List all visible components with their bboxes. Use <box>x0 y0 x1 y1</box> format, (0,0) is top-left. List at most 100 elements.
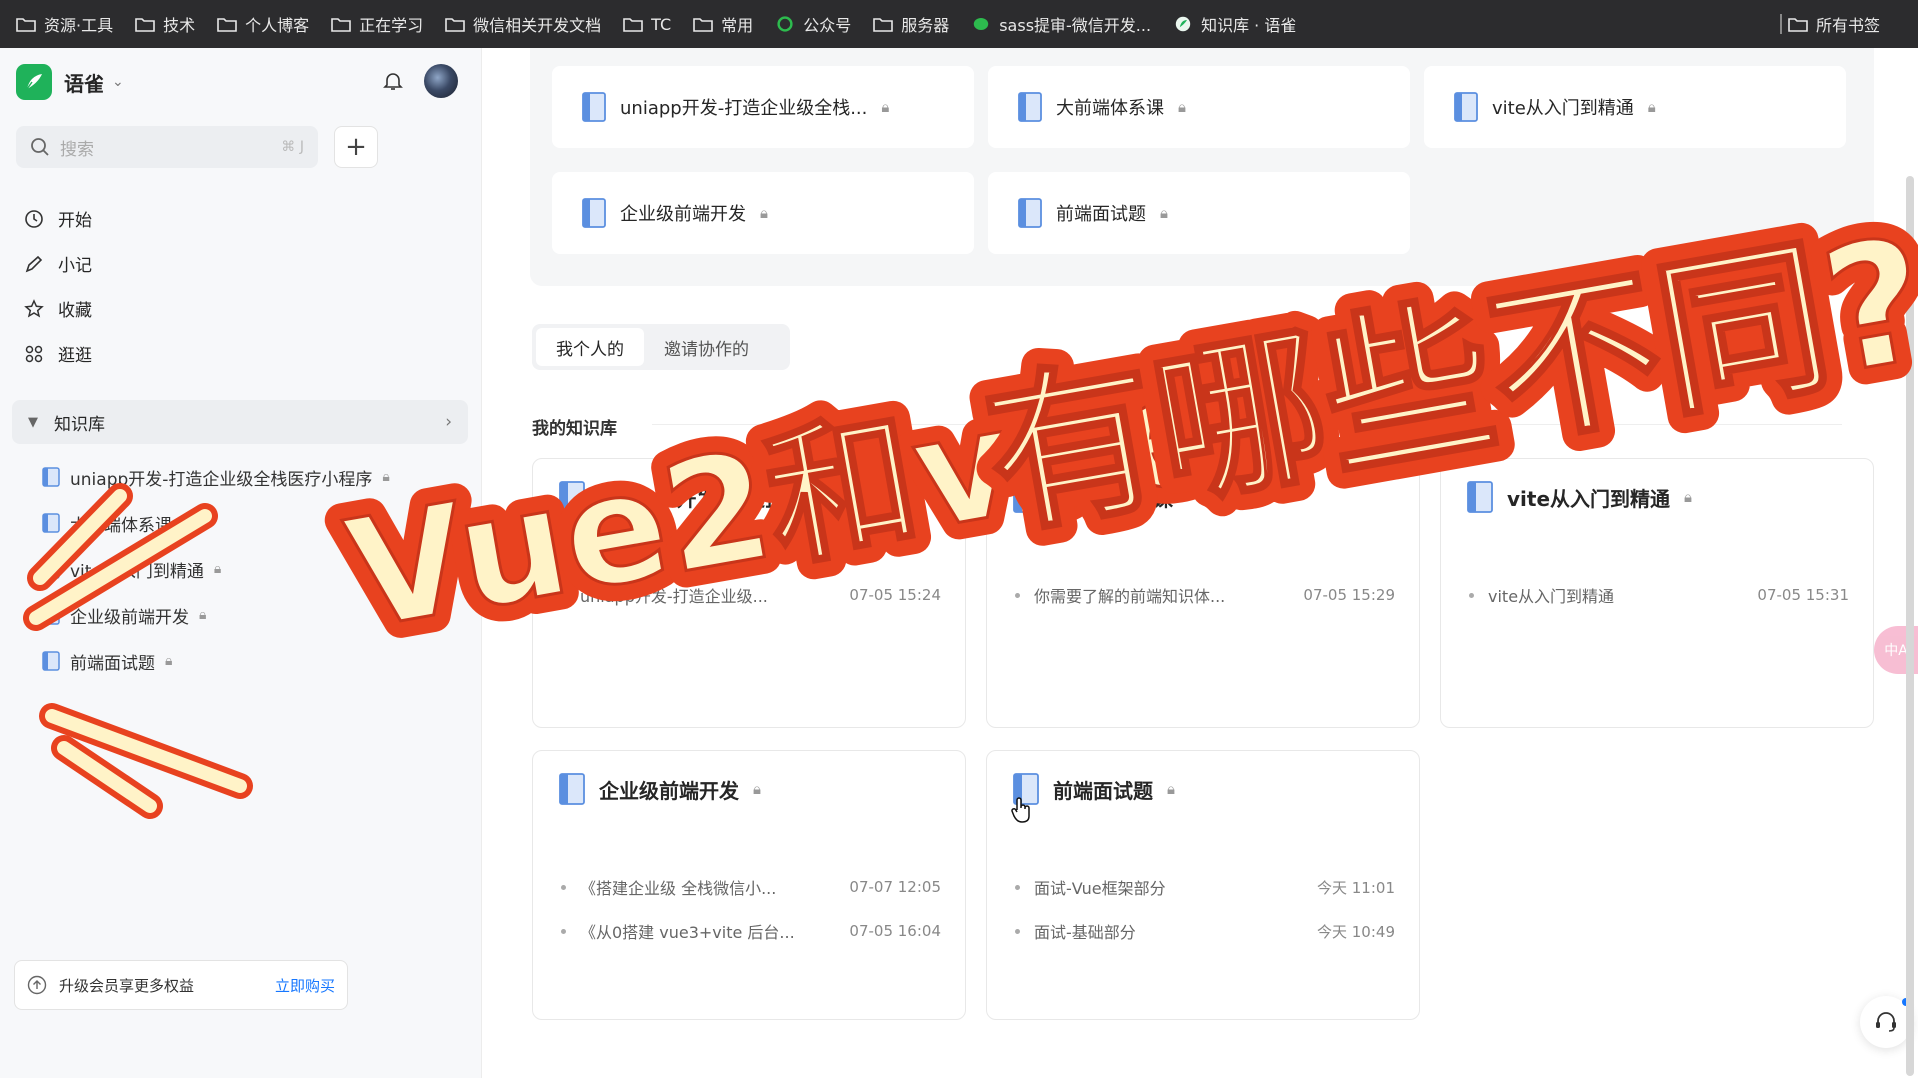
tab-collaborative[interactable]: 邀请协作的 <box>644 328 769 366</box>
quick-card[interactable]: 企业级前端开发 🔒︎ <box>552 172 974 254</box>
bookmark-label: 个人博客 <box>245 16 310 35</box>
bookmarks-divider <box>1780 14 1782 34</box>
book-card-title: vite从入门到精通 <box>1507 486 1671 511</box>
bullet <box>561 592 566 598</box>
book-card[interactable]: 大前端体系课 你需要了解的前端知识体... 07-05 15:29 <box>986 458 1420 728</box>
bookmark-label: 服务器 <box>901 16 950 35</box>
book-card[interactable]: 前端面试题 🔒︎ 面试-Vue框架部分 今天 11:01 面试-基础部分 今天 … <box>986 750 1420 1020</box>
doc-item[interactable]: 面试-Vue框架部分 今天 11:01 <box>1015 875 1395 899</box>
bookmark-4[interactable]: 微信相关开发文档 <box>445 12 601 36</box>
bookmark-7[interactable]: 公众号 <box>775 12 851 36</box>
sidebar: 语雀 ⌄ 搜索 ⌘ J + 开始 小记 收藏 逛逛 ▼ 知识库 › uniapp… <box>0 48 482 1078</box>
scrollbar[interactable] <box>1906 176 1914 1076</box>
book-icon <box>559 481 585 513</box>
lock-icon: 🔒︎ <box>1684 488 1693 506</box>
doc-item[interactable]: 面试-基础部分 今天 10:49 <box>1015 919 1395 943</box>
folder-icon <box>623 18 643 32</box>
folder-icon <box>693 18 713 32</box>
list-view-icon[interactable]: ☰ <box>1850 316 1870 341</box>
hand-cursor-icon <box>1011 797 1030 823</box>
main-content: uniapp开发-打造企业级全栈... 🔒︎ 大前端体系课 🔒︎ vite从入门… <box>482 48 1918 1078</box>
quick-card-title: 大前端体系课 <box>1056 98 1164 119</box>
bullet <box>1015 592 1020 598</box>
bookmark-label: 微信相关开发文档 <box>473 16 602 35</box>
bookmark-3[interactable]: 正在学习 <box>331 12 423 36</box>
folder-icon <box>445 18 465 32</box>
bookmark-0[interactable]: 资源·工具 <box>16 12 113 36</box>
doc-item[interactable]: 《搭建企业级 全栈微信小... 07-07 12:05 <box>561 875 941 899</box>
bookmark-5[interactable]: TC <box>623 15 671 34</box>
book-icon <box>1467 481 1493 513</box>
section-divider <box>652 424 1842 425</box>
decorative-strokes <box>23 483 253 819</box>
book-card-title: uniapp开发-打造企业级全 <box>599 486 845 511</box>
buy-now-link[interactable]: 立即购买 <box>275 975 335 996</box>
folder-icon <box>873 18 894 32</box>
doc-title: vite从入门到精通 <box>1488 587 1615 606</box>
chevron-down-icon[interactable]: ⌄ <box>1792 316 1810 341</box>
book-icon <box>1018 198 1042 228</box>
lock-icon: 🔒︎ <box>881 98 890 116</box>
bullet <box>561 884 566 890</box>
book-icon <box>582 92 606 122</box>
doc-time: 07-05 16:04 <box>849 922 941 940</box>
quick-card[interactable]: 前端面试题 🔒︎ <box>988 172 1410 254</box>
doc-item[interactable]: 《从0搭建 vue3+vite 后台... 07-05 16:04 <box>561 919 941 943</box>
doc-item[interactable]: uniapp开发-打造企业级... 07-05 15:24 <box>561 583 941 607</box>
lock-icon: 🔒︎ <box>1178 98 1186 116</box>
book-icon <box>1454 92 1478 122</box>
doc-time: 07-05 15:29 <box>1303 586 1395 604</box>
bookmark-6[interactable]: 常用 <box>693 12 753 36</box>
book-card[interactable]: 企业级前端开发 🔒︎ 《搭建企业级 全栈微信小... 07-07 12:05 《… <box>532 750 966 1020</box>
quick-card[interactable]: uniapp开发-打造企业级全栈... 🔒︎ <box>552 66 974 148</box>
bookmark-label: 常用 <box>721 16 754 35</box>
doc-title: 你需要了解的前端知识体... <box>1034 587 1226 606</box>
quick-card[interactable]: vite从入门到精通 🔒︎ <box>1424 66 1846 148</box>
book-card[interactable]: uniapp开发-打造企业级全 uniapp开发-打造企业级... 07-05 … <box>532 458 966 728</box>
all-bookmarks[interactable]: 所有书签 <box>1788 0 1880 48</box>
book-card-title: 大前端体系课 <box>1053 486 1173 511</box>
doc-title: 《从0搭建 vue3+vite 后台... <box>580 923 795 942</box>
folder-icon <box>16 18 36 32</box>
book-card[interactable]: vite从入门到精通 🔒︎ vite从入门到精通 07-05 15:31 <box>1440 458 1874 728</box>
section-title: 我的知识库 <box>532 419 617 439</box>
doc-title: 面试-Vue框架部分 <box>1034 879 1166 898</box>
doc-item[interactable]: 你需要了解的前端知识体... 07-05 15:29 <box>1015 583 1395 607</box>
bookmark-label: sass提审-微信开发... <box>999 16 1152 35</box>
help-button[interactable] <box>1860 996 1912 1048</box>
bullet <box>1469 592 1474 598</box>
bookmark-label: 正在学习 <box>359 16 424 35</box>
quick-card-title: 前端面试题 <box>1056 204 1146 225</box>
yuque-icon <box>1175 16 1191 32</box>
doc-time: 07-05 15:24 <box>849 586 941 604</box>
quick-card-title: uniapp开发-打造企业级全栈... <box>620 98 868 119</box>
book-icon <box>1013 481 1039 513</box>
bookmark-1[interactable]: 技术 <box>135 12 195 36</box>
book-card-title: 前端面试题 <box>1053 778 1153 803</box>
lock-icon: 🔒︎ <box>1167 780 1175 798</box>
folder-icon <box>135 18 155 32</box>
book-icon <box>1018 92 1042 122</box>
doc-time: 07-07 12:05 <box>849 878 941 896</box>
bookmark-9[interactable]: sass提审-微信开发... <box>971 12 1151 36</box>
bookmark-label: 知识库 · 语雀 <box>1201 16 1297 35</box>
bookmarks-bar: 资源·工具 技术 个人博客 正在学习 微信相关开发文档 TC 常用 公众号 服务… <box>0 0 1918 48</box>
bookmark-8[interactable]: 服务器 <box>873 12 949 36</box>
book-icon <box>582 198 606 228</box>
lock-icon: 🔒︎ <box>1647 98 1656 116</box>
bookmark-label: 资源·工具 <box>44 16 114 35</box>
quick-card[interactable]: 大前端体系课 🔒︎ <box>988 66 1410 148</box>
upgrade-banner[interactable]: 升级会员享更多权益 立即购买 <box>14 960 348 1010</box>
lock-icon: 🔒︎ <box>1160 204 1168 222</box>
folder-icon <box>217 18 237 32</box>
doc-title: 面试-基础部分 <box>1034 923 1136 942</box>
doc-time: 07-05 15:31 <box>1757 586 1849 604</box>
bookmark-10[interactable]: 知识库 · 语雀 <box>1173 12 1296 36</box>
bookmark-label: 技术 <box>163 16 196 35</box>
bookmark-label: TC <box>651 14 672 34</box>
tab-personal[interactable]: 我个人的 <box>536 328 644 366</box>
bookmark-2[interactable]: 个人博客 <box>217 12 309 36</box>
quick-card-title: vite从入门到精通 <box>1492 98 1634 119</box>
doc-item[interactable]: vite从入门到精通 07-05 15:31 <box>1469 583 1849 607</box>
bullet <box>1015 928 1020 934</box>
